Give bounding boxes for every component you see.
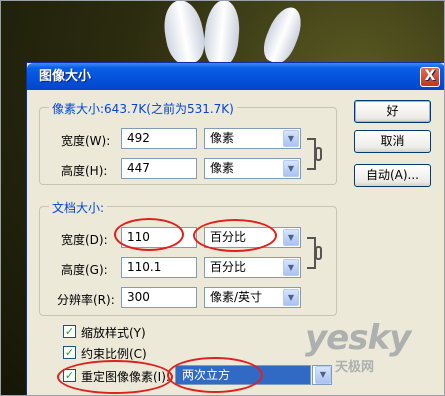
chain-link-icon bbox=[315, 246, 322, 260]
chevron-down-icon[interactable]: ▼ bbox=[283, 130, 299, 147]
scale-styles-checkbox[interactable]: ✓ bbox=[63, 325, 76, 338]
pixel-width-input[interactable]: 492 bbox=[121, 128, 197, 149]
resolution-label: 分辨率(R): bbox=[57, 293, 115, 307]
close-button[interactable]: X bbox=[420, 67, 440, 87]
doc-height-input[interactable]: 110.1 bbox=[121, 257, 197, 278]
chevron-down-icon[interactable]: ▼ bbox=[283, 160, 299, 177]
watermark-subtitle: 天极网 bbox=[335, 360, 375, 375]
auto-button[interactable]: 自动(A)... bbox=[354, 164, 431, 187]
pixel-width-label: 宽度(W): bbox=[61, 134, 111, 148]
chevron-down-icon[interactable]: ▼ bbox=[315, 366, 331, 384]
pixel-height-label: 高度(H): bbox=[61, 164, 108, 178]
pixel-height-unit-select[interactable]: 像素 ▼ bbox=[204, 158, 301, 179]
flower-petal bbox=[202, 0, 242, 68]
annotation-oval bbox=[114, 218, 184, 251]
watermark-logo: yesky bbox=[305, 318, 411, 358]
annotation-oval bbox=[167, 357, 263, 393]
chain-link-icon bbox=[315, 147, 322, 161]
pixel-height-unit-value: 像素 bbox=[210, 161, 235, 175]
pixel-width-unit-value: 像素 bbox=[210, 131, 235, 145]
chevron-down-icon[interactable]: ▼ bbox=[283, 289, 299, 306]
resolution-input[interactable]: 300 bbox=[121, 287, 197, 308]
flower-petal bbox=[258, 2, 308, 68]
annotation-oval bbox=[193, 219, 277, 252]
dialog-titlebar[interactable]: 图像大小 X bbox=[27, 63, 445, 90]
doc-height-unit-value: 百分比 bbox=[210, 260, 247, 274]
document-size-legend: 文档大小: bbox=[49, 199, 108, 216]
scale-styles-label[interactable]: 缩放样式(Y) bbox=[81, 324, 146, 341]
pixel-height-input[interactable]: 447 bbox=[121, 158, 197, 179]
annotation-oval bbox=[57, 360, 173, 394]
resolution-unit-value: 像素/英寸 bbox=[210, 290, 263, 304]
pixel-dimensions-legend: 像素大小:643.7K(之前为531.7K) bbox=[49, 100, 237, 117]
doc-height-label: 高度(G): bbox=[61, 263, 108, 277]
resolution-unit-select[interactable]: 像素/英寸 ▼ bbox=[204, 287, 301, 308]
chevron-down-icon[interactable]: ▼ bbox=[283, 229, 299, 246]
flower-petal bbox=[159, 0, 209, 67]
chevron-down-icon[interactable]: ▼ bbox=[283, 259, 299, 276]
dialog-title: 图像大小 bbox=[39, 69, 92, 84]
resample-method-dropdown-button[interactable]: ▼ bbox=[312, 365, 332, 385]
pixel-width-unit-select[interactable]: 像素 ▼ bbox=[204, 128, 301, 149]
constrain-proportions-checkbox[interactable]: ✓ bbox=[63, 346, 76, 359]
doc-height-unit-select[interactable]: 百分比 ▼ bbox=[204, 257, 301, 278]
doc-width-label: 宽度(D): bbox=[61, 233, 108, 247]
ok-button[interactable]: 好 bbox=[354, 100, 431, 123]
cancel-button[interactable]: 取消 bbox=[354, 130, 431, 153]
